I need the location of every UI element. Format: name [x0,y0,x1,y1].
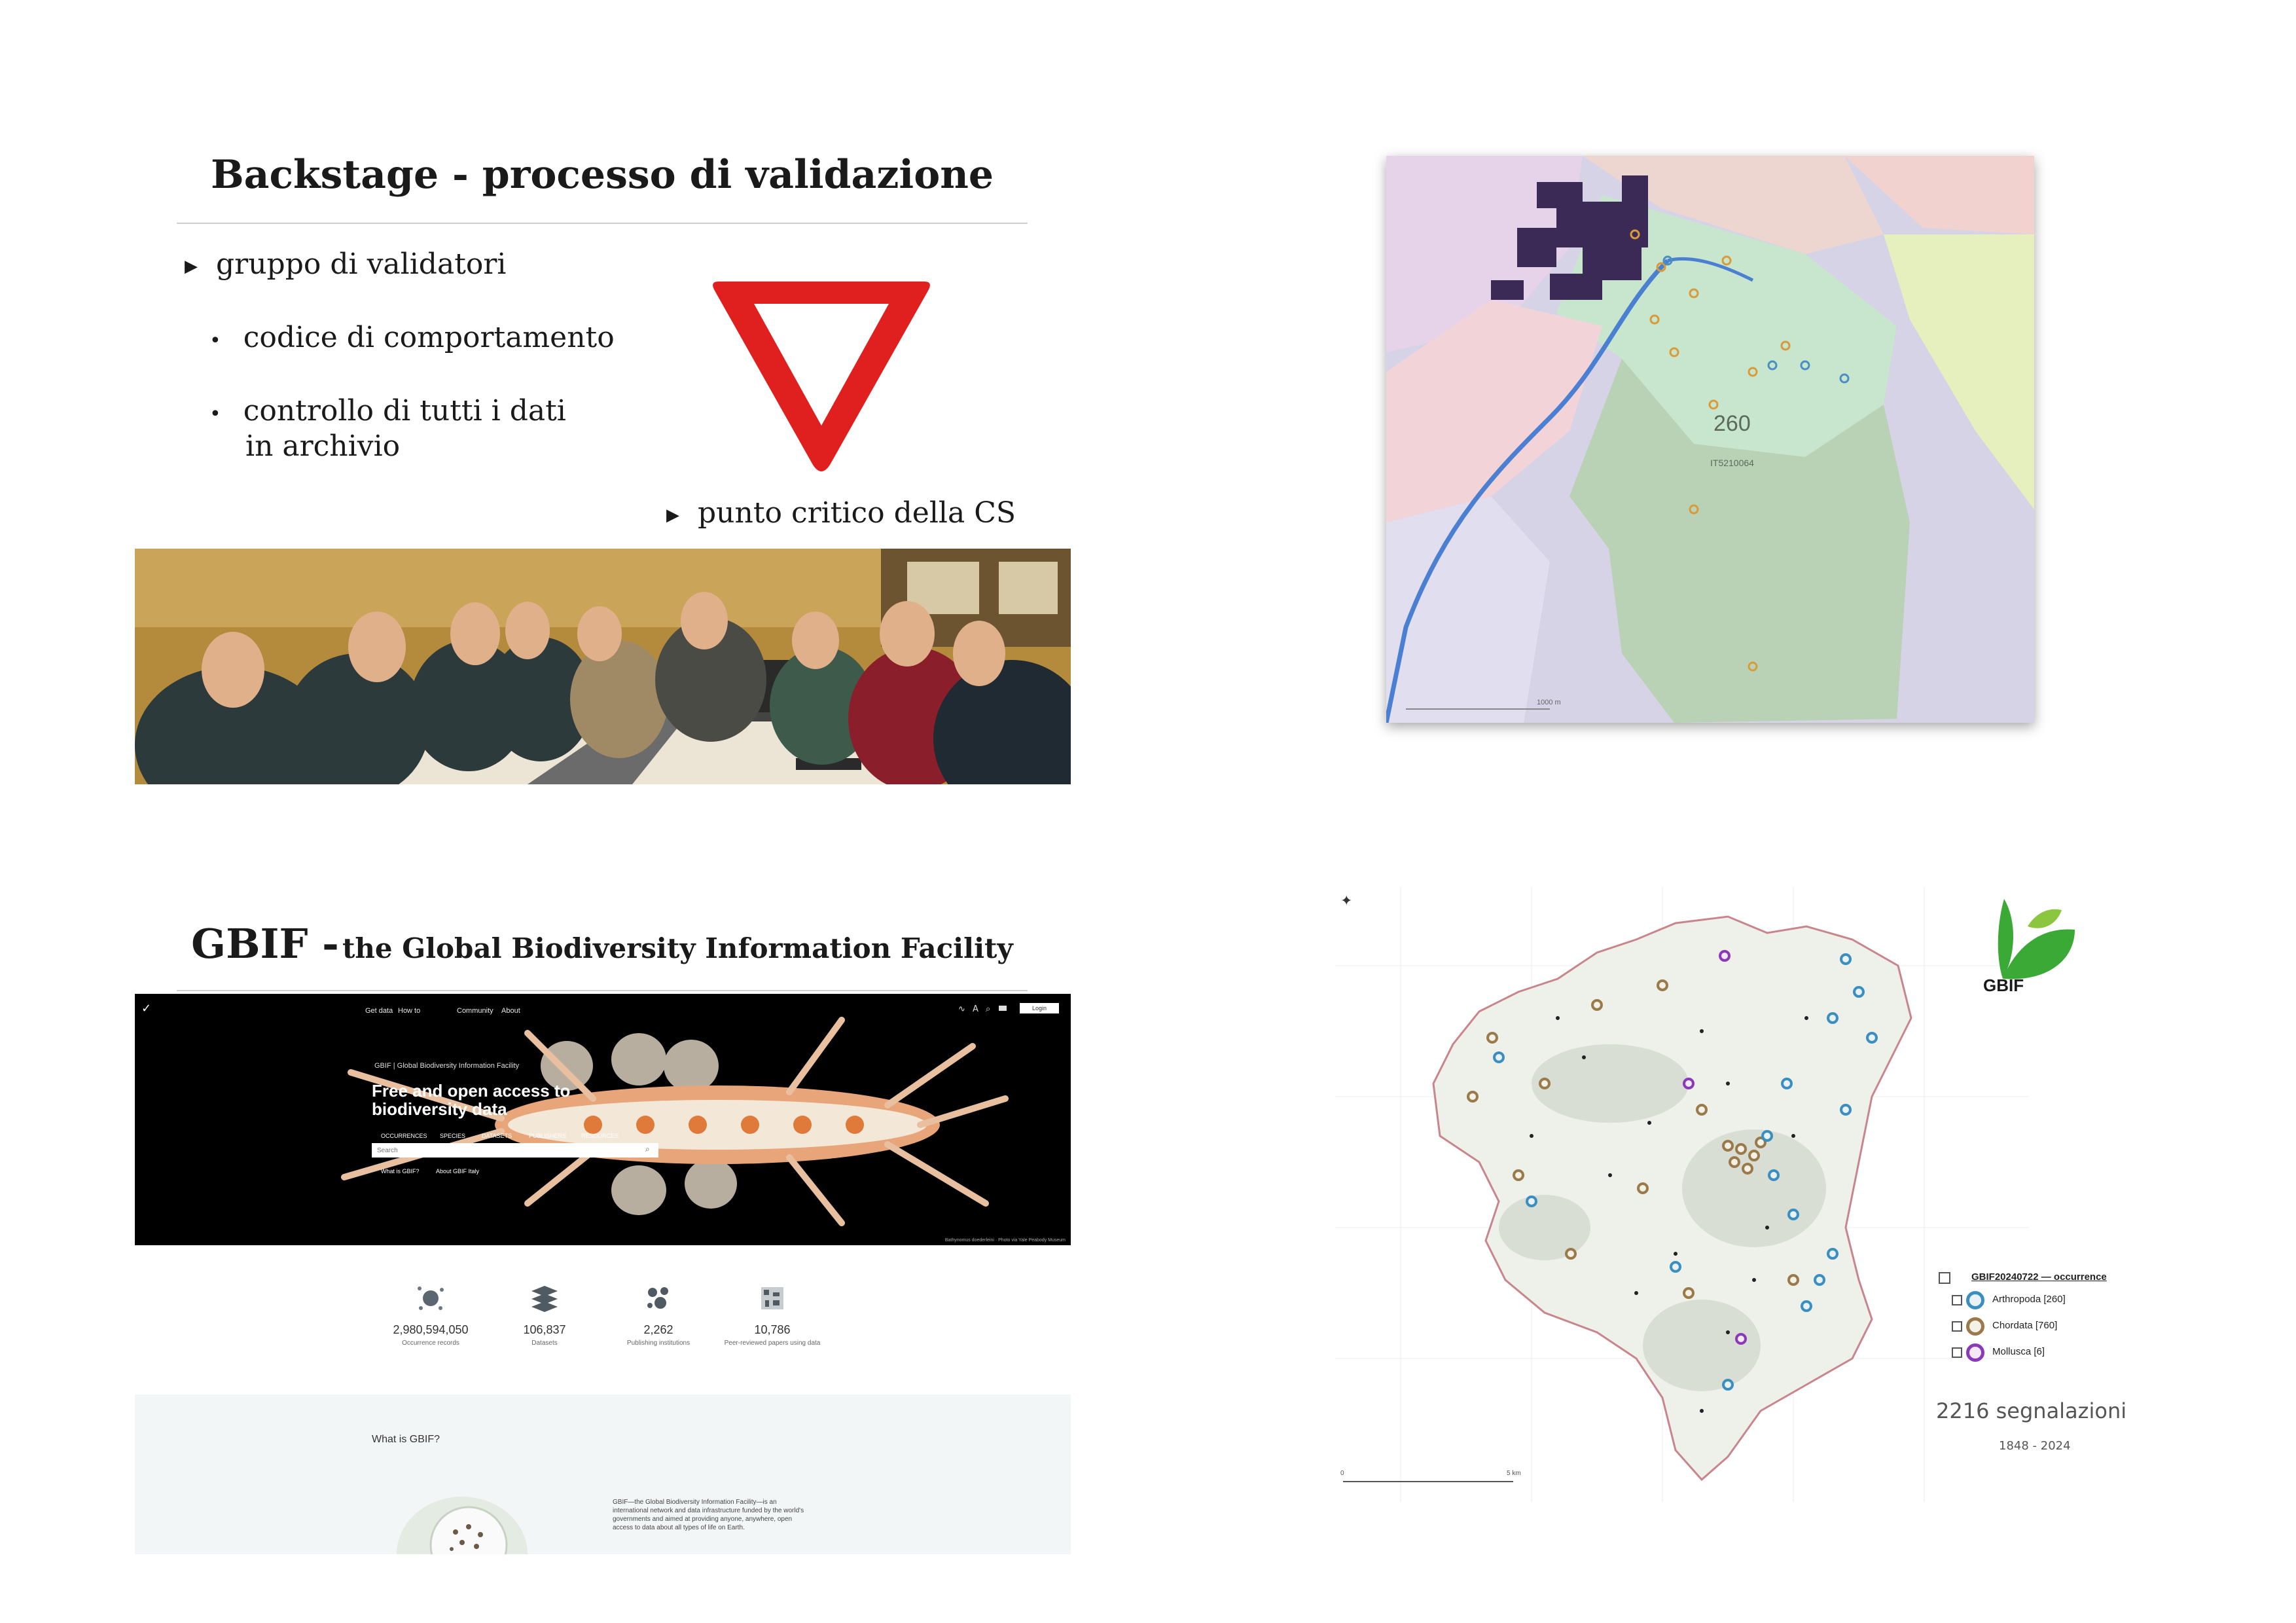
tab-datasets[interactable]: DATASETS [482,1133,512,1139]
bullet-sub-1-text: codice di comportamento [243,321,615,354]
datasets-icon [531,1286,558,1312]
gbif-home-logo-icon[interactable]: ✓ [141,1002,151,1015]
validators-group-photo [135,549,1071,784]
search-submit-icon[interactable]: ⌕ [645,1144,650,1154]
tab-occurrences[interactable]: OCCURRENCES [381,1133,427,1139]
tab-publishers[interactable]: PUBLISHERS [529,1133,566,1139]
slide3-divider [177,990,1028,991]
records-summary: 2216 segnalazioni [1936,1398,2127,1423]
isopod-photo [135,994,1071,1245]
stat-publishers-label: Publishing institutions [626,1340,691,1347]
occurrence-records-icon [418,1286,444,1310]
link-what-is-gbif[interactable]: What is GBIF? [381,1168,420,1175]
legend-mollusca-label: Mollusca [6] [1992,1346,2045,1357]
hero-headline: Free and open access to biodiversity dat… [372,1082,570,1118]
login-button[interactable]: Login [1020,1003,1059,1013]
slide3-title: GBIF - the Global Biodiversity Informati… [177,920,1028,968]
bullet-critical-text: punto critico della CS [698,496,1016,530]
bullet-sub-2: • controllo di tutti i dati [209,394,566,428]
stat-publishers: 2,262 Publishing institutions [606,1282,711,1347]
bullet-triangle-icon: ▶ [185,256,198,276]
legend-arthropoda-checkbox[interactable] [1952,1295,1962,1305]
slide3-title-small: the Global Biodiversity Information Faci… [342,932,1013,964]
stat-papers-value: 10,786 [754,1323,791,1336]
pulse-icon[interactable]: ∿ [958,1004,965,1014]
gbif-hero-banner: ✓ Get data How to Community About ∿ A ⌕ … [135,994,1071,1245]
hero-headline-line2: biodiversity data [372,1099,507,1119]
bullet-dot-icon: • [209,403,221,426]
legend-chordata-checkbox[interactable] [1952,1321,1962,1332]
hero-kicker: GBIF | Global Biodiversity Information F… [374,1062,520,1070]
north-arrow-icon: ✦ [1340,893,1352,909]
chat-icon[interactable] [999,1006,1007,1011]
stat-occurrences-value: 2,980,594,050 [393,1323,469,1336]
photo-credit: Bathynomus doederleini · Photo via Yale … [944,1238,1066,1243]
stat-papers: 10,786 Peer-reviewed papers using data [720,1282,825,1347]
bullet-sub-2-text-line2: in archivio [245,429,401,463]
stat-papers-label: Peer-reviewed papers using data [724,1340,821,1347]
terrain-map-graphic: 260 IT5210064 1000 m [1386,156,2034,723]
legend-layer-checkbox[interactable] [1939,1272,1950,1284]
gbif-logo-text: GBIF [1983,976,2024,995]
legend-arthropoda-label: Arthropoda [260] [1992,1294,2066,1305]
hero-headline-line1: Free and open access to [372,1081,571,1101]
map-scale-label: 5 km [1507,1470,1521,1477]
translate-icon[interactable]: A [973,1004,978,1014]
site-code-label: IT5210064 [1710,458,1754,468]
elevation-label: 260 [1713,411,1751,436]
slide3-title-big: GBIF - [191,920,339,968]
nav-get-data[interactable]: Get data [365,1007,393,1015]
publishing-institutions-icon [647,1287,668,1309]
bullet-sub-1: • codice di comportamento [209,321,615,354]
legend-mollusca-checkbox[interactable] [1952,1347,1962,1358]
stat-datasets-value: 106,837 [523,1323,566,1336]
legend-chordata-label: Chordata [760] [1992,1320,2058,1331]
hero-search-input[interactable] [372,1143,658,1158]
stat-occurrences: 2,980,594,050 Occurrence records [378,1282,483,1347]
nav-how-to[interactable]: How to [398,1007,420,1015]
scale-label: 1000 m [1537,699,1561,706]
occurrence-map-graphic: ✦ 0 5 km [1335,887,2029,1503]
bullet-main-text: gruppo di validatori [216,247,507,281]
globe-illustration [397,1497,528,1554]
stat-datasets-label: Datasets [531,1340,558,1347]
nav-community[interactable]: Community [457,1007,493,1015]
stat-publishers-value: 2,262 [643,1323,673,1336]
peer-reviewed-papers-icon [761,1287,783,1309]
nav-about[interactable]: About [501,1007,520,1015]
legend-title: GBIF20240722 — occurrence [1971,1271,2107,1283]
what-is-gbif-section: What is GBIF? GBIF—the Global Biodiversi… [135,1395,1071,1554]
records-period: 1848 - 2024 [1999,1439,2071,1453]
yield-sign-icon [713,282,930,471]
what-is-gbif-text: GBIF—the Global Biodiversity Information… [613,1499,804,1531]
link-about-gbif-italy[interactable]: About GBIF Italy [436,1168,479,1175]
tab-species[interactable]: SPECIES [440,1133,465,1139]
chordata-symbol-icon [1966,1317,1984,1336]
bullet-critical: ▶ punto critico della CS [666,496,1016,530]
stat-occurrences-label: Occurrence records [402,1340,459,1347]
protected-area-map: 260 IT5210064 1000 m [1386,156,2034,723]
bullet-triangle-icon: ▶ [666,505,679,525]
slide1-divider [177,223,1028,224]
gbif-website-screenshot: ✓ Get data How to Community About ∿ A ⌕ … [135,994,1071,1554]
gbif-occurrence-map: ✦ 0 5 km [1335,887,2029,1503]
stat-datasets: 106,837 Datasets [492,1282,597,1347]
mollusca-symbol-icon [1966,1343,1984,1362]
map-scale-zero: 0 [1340,1470,1344,1477]
bullet-dot-icon: • [209,329,221,352]
tab-resources[interactable]: RESOURCES [581,1133,619,1139]
arthropoda-symbol-icon [1966,1291,1984,1309]
slide1-title: Backstage - processo di validazione [210,152,994,198]
bullet-sub-2-text-line1: controllo di tutti i dati [243,394,566,428]
search-icon[interactable]: ⌕ [986,1004,990,1014]
bullet-main: ▶ gruppo di validatori [185,247,506,281]
what-is-gbif-heading: What is GBIF? [372,1434,440,1445]
